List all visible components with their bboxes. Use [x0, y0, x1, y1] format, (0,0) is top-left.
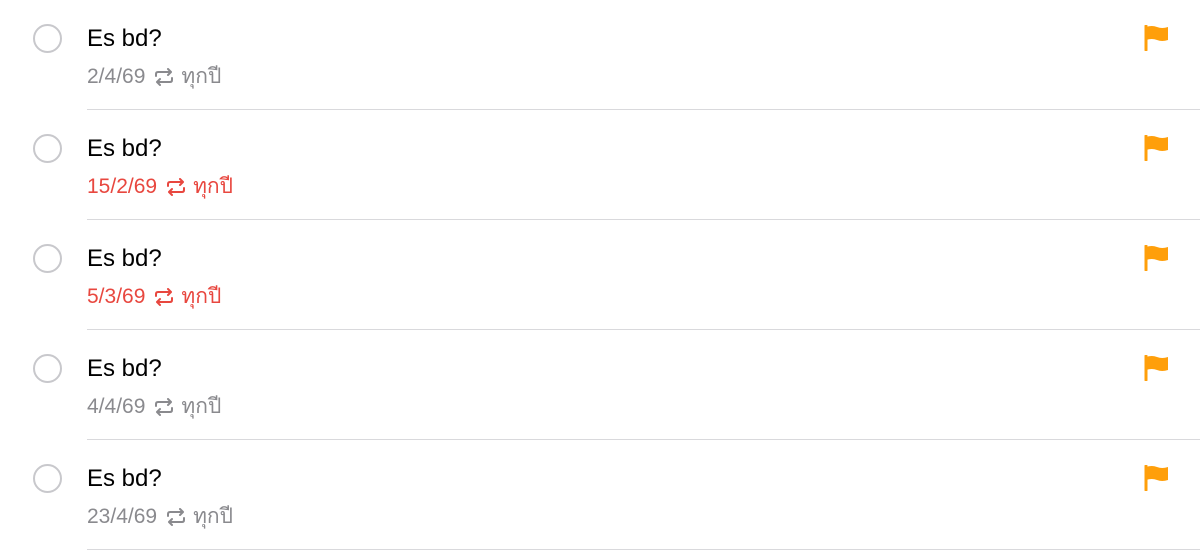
reminder-row[interactable]: Es bd? 15/2/69 ทุกปี — [0, 110, 1200, 220]
reminder-repeat: ทุกปี — [193, 505, 233, 528]
reminder-title[interactable]: Es bd? — [87, 24, 162, 54]
reminder-row[interactable]: Es bd? 23/4/69 ทุกปี — [0, 440, 1200, 550]
flag-icon[interactable] — [1143, 135, 1171, 161]
row-divider — [87, 549, 1200, 550]
repeat-icon — [165, 508, 187, 526]
complete-checkbox[interactable] — [33, 24, 62, 53]
reminder-title[interactable]: Es bd? — [87, 134, 162, 164]
reminder-repeat: ทุกปี — [181, 65, 222, 88]
complete-checkbox[interactable] — [33, 134, 62, 163]
reminder-title[interactable]: Es bd? — [87, 464, 162, 494]
repeat-icon — [153, 68, 175, 86]
reminder-date: 23/4/69 — [87, 505, 158, 528]
repeat-icon — [153, 398, 175, 416]
reminder-meta: 23/4/69 ทุกปี — [87, 503, 233, 531]
reminder-row[interactable]: Es bd? 5/3/69 ทุกปี — [0, 220, 1200, 330]
reminder-repeat: ทุกปี — [193, 175, 233, 198]
reminder-title[interactable]: Es bd? — [87, 354, 162, 384]
repeat-icon — [165, 178, 187, 196]
reminder-row[interactable]: Es bd? 2/4/69 ทุกปี — [0, 0, 1200, 110]
reminder-date: 4/4/69 — [87, 395, 146, 418]
complete-checkbox[interactable] — [33, 464, 62, 493]
reminder-date: 15/2/69 — [87, 175, 158, 198]
flag-icon[interactable] — [1143, 245, 1171, 271]
reminders-list: Es bd? 2/4/69 ทุกปี Es bd? 15/2/69 ทุกปี… — [0, 0, 1200, 554]
reminder-row[interactable]: Es bd? 4/4/69 ทุกปี — [0, 330, 1200, 440]
reminder-title[interactable]: Es bd? — [87, 244, 162, 274]
reminder-meta: 5/3/69 ทุกปี — [87, 283, 221, 311]
reminder-meta: 15/2/69 ทุกปี — [87, 173, 233, 201]
reminder-meta: 4/4/69 ทุกปี — [87, 393, 221, 421]
flag-icon[interactable] — [1143, 465, 1171, 491]
repeat-icon — [153, 288, 175, 306]
reminder-repeat: ทุกปี — [181, 395, 222, 418]
complete-checkbox[interactable] — [33, 354, 62, 383]
reminder-date: 2/4/69 — [87, 65, 146, 88]
flag-icon[interactable] — [1143, 25, 1171, 51]
reminder-meta: 2/4/69 ทุกปี — [87, 63, 221, 91]
reminder-repeat: ทุกปี — [181, 285, 222, 308]
reminder-date: 5/3/69 — [87, 285, 146, 308]
complete-checkbox[interactable] — [33, 244, 62, 273]
flag-icon[interactable] — [1143, 355, 1171, 381]
